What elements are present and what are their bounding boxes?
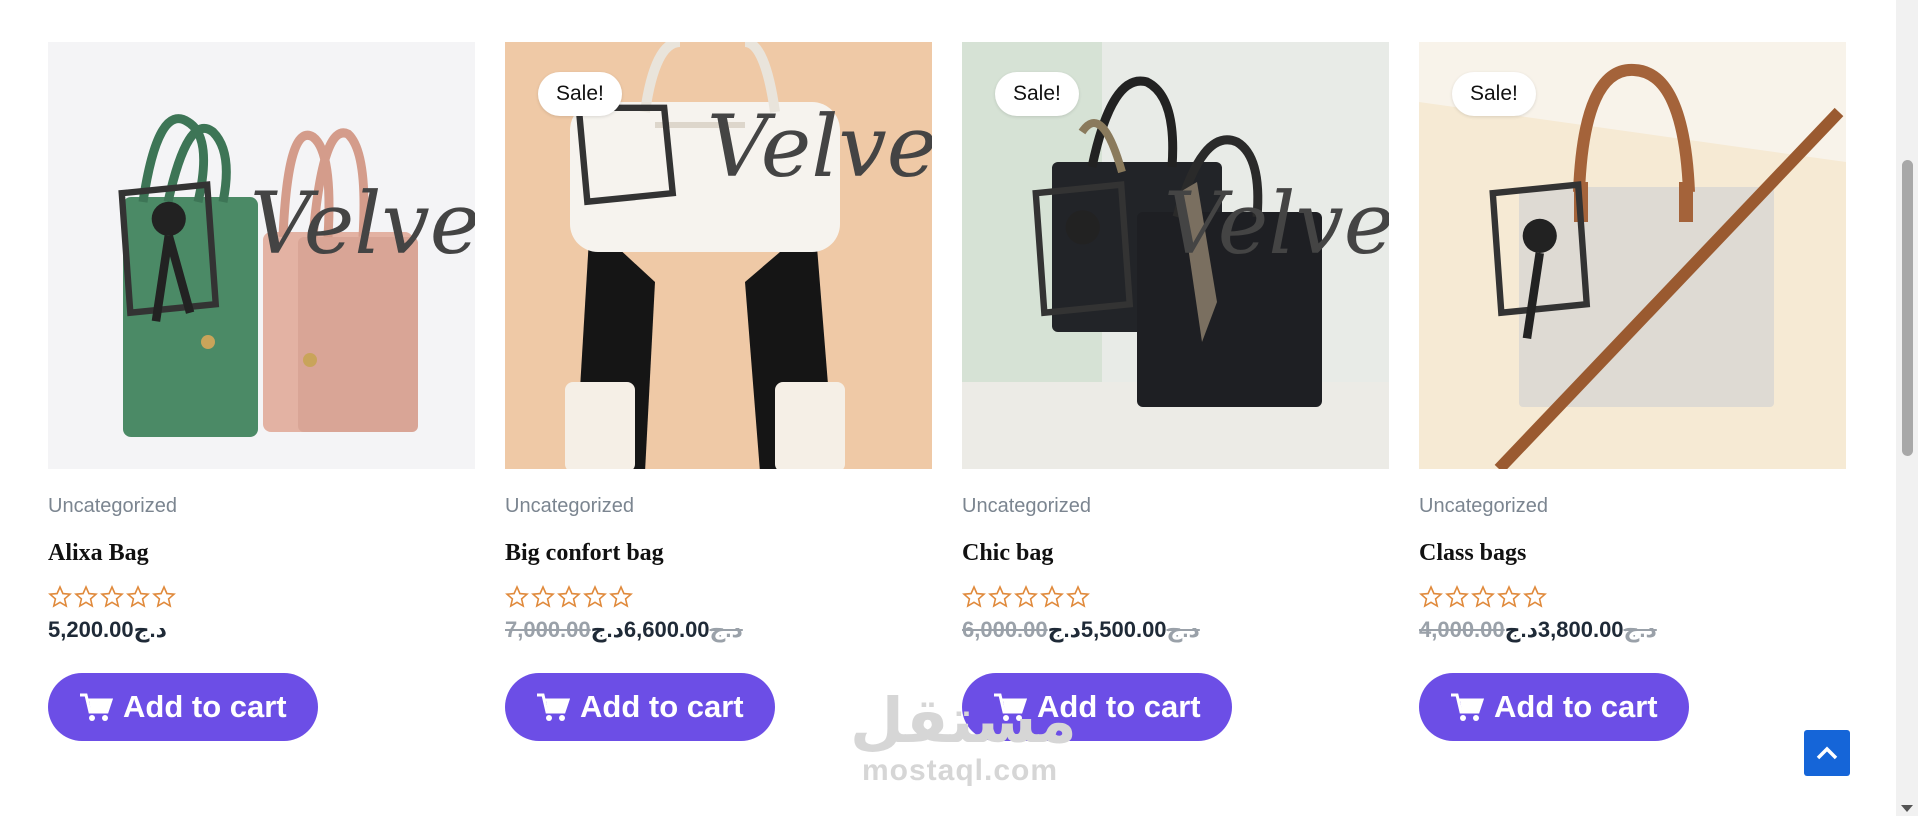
rating-stars — [48, 585, 475, 611]
star-outline-icon — [1419, 585, 1443, 608]
product-title[interactable]: Big confort bag — [505, 540, 932, 567]
star-outline-icon — [74, 585, 98, 608]
cart-icon — [80, 693, 113, 721]
sale-badge: Sale! — [1452, 72, 1536, 116]
svg-text:Velvet: Velvet — [707, 98, 932, 197]
add-to-cart-label: Add to cart — [1494, 689, 1658, 724]
scroll-to-top-button[interactable] — [1804, 730, 1850, 776]
cart-icon — [537, 693, 570, 721]
add-to-cart-label: Add to cart — [580, 689, 744, 724]
star-outline-icon — [988, 585, 1012, 608]
add-to-cart-label: Add to cart — [1037, 689, 1201, 724]
product-price: 6,000.00د.ج5,500.00د.ج — [962, 617, 1389, 643]
star-outline-icon — [557, 585, 581, 608]
star-outline-icon — [1040, 585, 1064, 608]
add-to-cart-button[interactable]: Add to cart — [48, 673, 318, 741]
star-outline-icon — [583, 585, 607, 608]
scroll-down-arrow-icon[interactable] — [1901, 805, 1913, 812]
rating-stars — [505, 585, 932, 611]
scrollbar[interactable] — [1896, 0, 1918, 816]
current-price: 3,800.00د.ج — [1504, 617, 1624, 642]
product-category[interactable]: Uncategorized — [48, 495, 475, 518]
star-outline-icon — [609, 585, 633, 608]
star-outline-icon — [100, 585, 124, 608]
add-to-cart-label: Add to cart — [123, 689, 287, 724]
product-title[interactable]: Alixa Bag — [48, 540, 475, 567]
current-price: 6,600.00د.ج — [590, 617, 710, 642]
cart-icon — [1451, 693, 1484, 721]
product-card: Velvet Uncategorized Alixa Bag 5,200.00د… — [48, 42, 475, 741]
product-card: Velvet Sale! Uncategorized Big confort b… — [505, 42, 932, 741]
rating-stars — [1419, 585, 1846, 611]
star-outline-icon — [1471, 585, 1495, 608]
product-category[interactable]: Uncategorized — [962, 495, 1389, 518]
star-outline-icon — [152, 585, 176, 608]
star-outline-icon — [505, 585, 529, 608]
add-to-cart-button[interactable]: Add to cart — [962, 673, 1232, 741]
add-to-cart-button[interactable]: Add to cart — [505, 673, 775, 741]
watermark-latin: mostaql.com — [861, 754, 1059, 787]
star-outline-icon — [531, 585, 555, 608]
product-category[interactable]: Uncategorized — [505, 495, 932, 518]
star-outline-icon — [1497, 585, 1521, 608]
rating-stars — [962, 585, 1389, 611]
star-outline-icon — [1014, 585, 1038, 608]
sale-badge: Sale! — [538, 72, 622, 116]
product-card: Velvet Sale! Uncategorized Chic bag 6,00… — [962, 42, 1389, 741]
star-outline-icon — [48, 585, 72, 608]
product-image[interactable]: Velvet Sale! — [505, 42, 932, 469]
product-category[interactable]: Uncategorized — [1419, 495, 1846, 518]
svg-text:Velvet: Velvet — [250, 175, 475, 274]
product-title[interactable]: Class bags — [1419, 540, 1846, 567]
product-price: 5,200.00د.ج — [48, 617, 475, 643]
product-image[interactable]: Sale! — [1419, 42, 1846, 469]
star-outline-icon — [962, 585, 986, 608]
add-to-cart-button[interactable]: Add to cart — [1419, 673, 1689, 741]
product-card: Sale! Uncategorized Class bags 4,000.00د… — [1419, 42, 1846, 741]
star-outline-icon — [1523, 585, 1547, 608]
product-grid: Velvet Uncategorized Alixa Bag 5,200.00د… — [48, 42, 1846, 741]
star-outline-icon — [126, 585, 150, 608]
chevron-up-icon — [1816, 746, 1838, 760]
svg-text:Velvet: Velvet — [1164, 175, 1389, 274]
product-price: 4,000.00د.ج3,800.00د.ج — [1419, 617, 1846, 643]
current-price: 5,500.00د.ج — [1047, 617, 1167, 642]
scrollbar-thumb[interactable] — [1902, 160, 1913, 456]
current-price: 5,200.00د.ج — [48, 617, 167, 642]
cart-icon — [994, 693, 1027, 721]
product-price: 7,000.00د.ج6,600.00د.ج — [505, 617, 932, 643]
star-outline-icon — [1445, 585, 1469, 608]
sale-badge: Sale! — [995, 72, 1079, 116]
brand-logo-icon: Velvet — [118, 175, 475, 322]
star-outline-icon — [1066, 585, 1090, 608]
product-image[interactable]: Velvet Sale! — [962, 42, 1389, 469]
product-title[interactable]: Chic bag — [962, 540, 1389, 567]
product-image[interactable]: Velvet — [48, 42, 475, 469]
